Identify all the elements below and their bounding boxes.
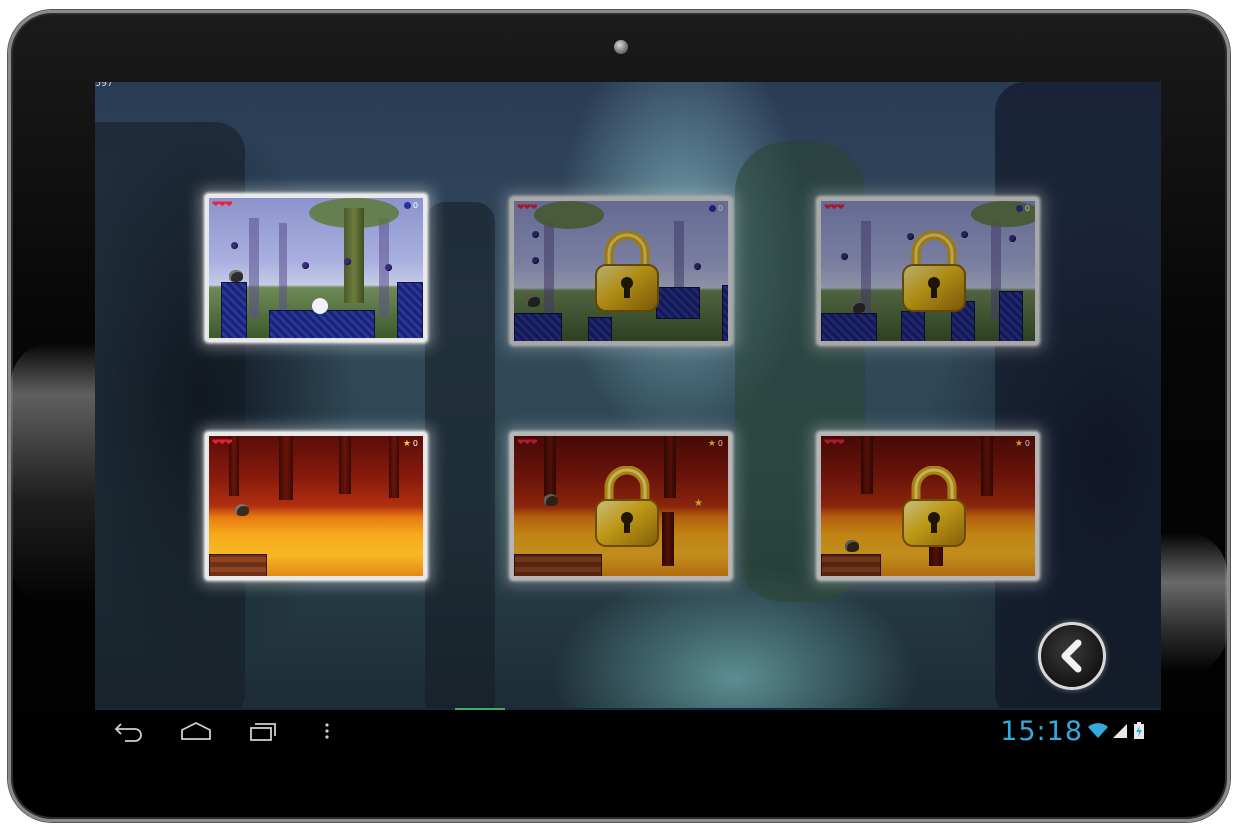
recents-icon[interactable] (247, 720, 279, 742)
level-6-tile[interactable]: ❤❤❤ ★ 0 (817, 432, 1039, 580)
hearts-indicator: ❤❤❤ (517, 438, 538, 448)
score-indicator: 0 (708, 204, 723, 213)
hearts-indicator: ❤❤❤ (212, 438, 233, 448)
game-screen: 597 ❤❤❤ 0 ❤❤❤ 0 ❤❤❤ 0 ❤❤❤ ★ 0 ★ ❤❤❤ ★ 0 … (95, 82, 1161, 710)
level-2-tile[interactable]: ❤❤❤ 0 (510, 197, 732, 345)
bg-tree-trunk (425, 202, 495, 710)
score-indicator: ★ 0 (707, 439, 723, 449)
score-indicator: ★ 0 (402, 439, 418, 449)
level-4-tile[interactable]: ❤❤❤ ★ 0 (205, 432, 427, 580)
score-indicator: 0 (1015, 204, 1030, 213)
level-3-tile[interactable]: ❤❤❤ 0 (817, 197, 1039, 345)
game-back-button[interactable] (1038, 622, 1106, 690)
padlock-icon (595, 231, 659, 312)
hearts-indicator: ❤❤❤ (824, 438, 845, 448)
star-icon: ★ (402, 439, 411, 449)
back-icon[interactable] (113, 720, 145, 742)
level-5-tile[interactable]: ★ ❤❤❤ ★ 0 (510, 432, 732, 580)
frame-glare-left (11, 343, 97, 603)
hearts-indicator: ❤❤❤ (212, 200, 233, 210)
padlock-icon (595, 466, 659, 547)
star-icon: ★ (707, 439, 716, 449)
fps-counter: 597 (95, 82, 114, 89)
level-1-tile[interactable]: ❤❤❤ 0 (205, 194, 427, 342)
battery-charging-icon (1134, 722, 1144, 739)
wifi-icon (1088, 723, 1108, 738)
star-icon: ★ (1014, 439, 1023, 449)
home-icon[interactable] (179, 720, 213, 742)
score-indicator: 0 (403, 201, 418, 210)
orb-icon (1015, 205, 1023, 212)
status-clock: 15:18 (1000, 716, 1083, 747)
orb-icon (403, 202, 411, 209)
padlock-icon (902, 466, 966, 547)
signal-icon (1113, 724, 1127, 738)
front-camera (614, 40, 628, 54)
chevron-left-icon (1061, 639, 1082, 673)
bg-tree-right (995, 82, 1161, 710)
frame-glare-right (1155, 533, 1227, 673)
padlock-icon (902, 231, 966, 312)
hearts-indicator: ❤❤❤ (824, 203, 845, 213)
system-navigation-bar: 15:18 (95, 708, 1161, 754)
orb-icon (708, 205, 716, 212)
score-indicator: ★ 0 (1014, 439, 1030, 449)
menu-icon[interactable] (323, 720, 331, 742)
hearts-indicator: ❤❤❤ (517, 203, 538, 213)
